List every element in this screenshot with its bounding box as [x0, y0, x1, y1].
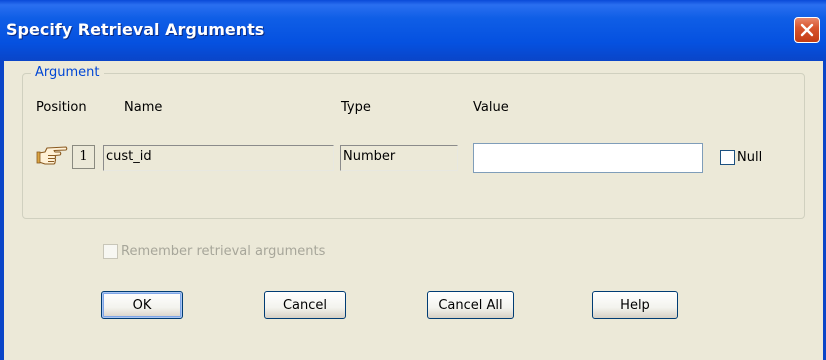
- help-button[interactable]: Help: [592, 291, 678, 319]
- name-field: cust_id: [103, 145, 334, 171]
- title-bar[interactable]: Specify Retrieval Arguments: [0, 0, 826, 61]
- name-header: Name: [124, 100, 163, 115]
- close-icon: [800, 23, 814, 37]
- null-checkbox[interactable]: [720, 150, 735, 165]
- remember-arguments-checkbox[interactable]: [103, 244, 118, 259]
- position-header: Position: [36, 100, 87, 115]
- type-header: Type: [341, 100, 371, 115]
- dialog-window: Specify Retrieval Arguments Argument Pos…: [0, 0, 826, 360]
- cancel-all-button[interactable]: Cancel All: [427, 291, 514, 319]
- cancel-button[interactable]: Cancel: [264, 291, 346, 319]
- type-field: Number: [340, 145, 458, 171]
- dialog-title: Specify Retrieval Arguments: [6, 20, 265, 39]
- remember-arguments-label: Remember retrieval arguments: [121, 244, 326, 259]
- window-border-left: [0, 61, 4, 360]
- position-field: 1: [72, 145, 95, 169]
- close-button[interactable]: [794, 17, 820, 43]
- null-label: Null: [737, 150, 763, 165]
- pointing-hand-icon: [36, 142, 68, 168]
- argument-group-legend: Argument: [31, 65, 104, 80]
- value-header: Value: [473, 100, 509, 115]
- value-input[interactable]: [473, 143, 703, 173]
- ok-button[interactable]: OK: [101, 291, 183, 319]
